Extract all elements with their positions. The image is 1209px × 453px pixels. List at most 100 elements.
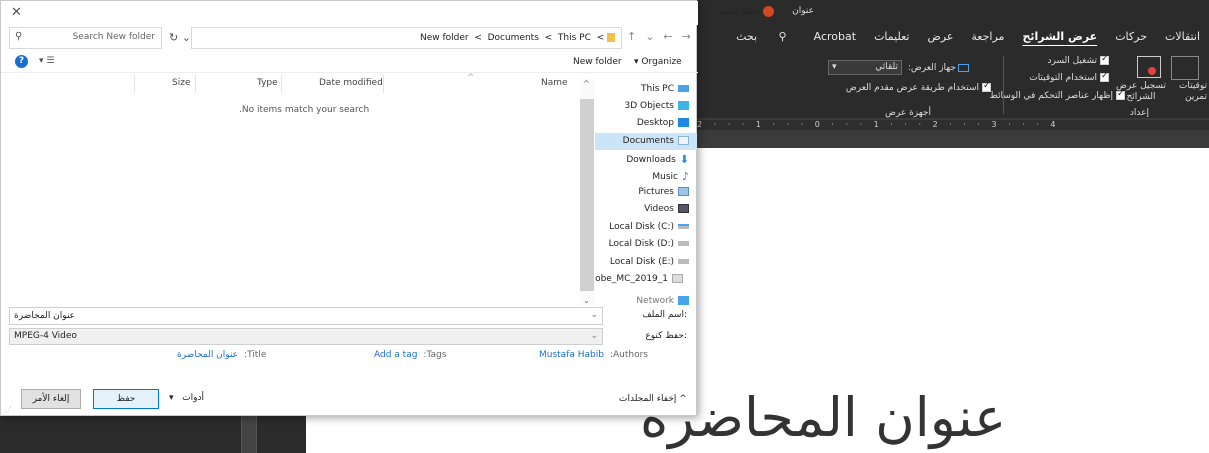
file-list-header: Name ^ Date modified Type Size xyxy=(9,73,576,93)
thumbnail-scrollbar[interactable] xyxy=(241,416,257,453)
column-date-modified[interactable]: Date modified xyxy=(319,78,383,88)
nav-item-documents[interactable]: Documents xyxy=(595,133,697,150)
save-as-dialog: ✕ حفظ باسم ⚲ Search New folder ↻ ⌄ New f… xyxy=(0,0,774,416)
column-divider xyxy=(281,75,282,93)
close-icon[interactable]: ✕ xyxy=(11,5,22,20)
nav-item-this-pc[interactable]: This PC xyxy=(641,84,689,94)
scroll-up-icon[interactable]: ^ xyxy=(583,79,590,88)
tab-search[interactable]: ⚲ بحث xyxy=(718,30,805,43)
nav-item-music[interactable]: Music ♪ xyxy=(652,170,689,183)
monitor-icon xyxy=(958,63,969,72)
play-narration-check[interactable]: تشغيل السرد xyxy=(1047,54,1109,66)
setup-group-label: إعداد xyxy=(1129,108,1149,118)
column-name[interactable]: Name xyxy=(541,78,568,88)
navigation-buttons[interactable]: ↑⌄←→ xyxy=(627,30,700,43)
ribbon-tabs: انتقالات حركات عرض الشرائح مراجعة عرض تع… xyxy=(697,22,1209,50)
help-icon[interactable]: ? xyxy=(15,55,28,68)
tags-field[interactable]: Add a tag:Tags xyxy=(374,350,446,360)
search-icon: ⚲ xyxy=(15,31,23,42)
tab-view[interactable]: عرض xyxy=(918,30,962,43)
drive-icon xyxy=(672,274,683,283)
presenter-view-check[interactable]: استخدام طريقة عرض مقدم العرض xyxy=(846,81,991,93)
resize-grip-icon[interactable]: ⋰ xyxy=(5,406,12,414)
nav-scroll-thumb[interactable] xyxy=(580,99,594,291)
hide-folders-toggle[interactable]: إخفاء المجلدات ^ xyxy=(619,394,687,404)
show-media-controls-check[interactable]: إظهار عناصر التحكم في الوسائط xyxy=(989,89,1125,101)
nav-item-desktop[interactable]: Desktop xyxy=(637,118,689,128)
chevron-down-icon: ▾ xyxy=(169,393,174,403)
download-arrow-icon: ⬇ xyxy=(679,153,689,166)
chevron-up-icon: ^ xyxy=(679,394,687,404)
checkbox-icon xyxy=(1100,54,1109,65)
picture-icon xyxy=(678,187,689,196)
scroll-down-icon[interactable]: ⌄ xyxy=(583,296,590,305)
desktop-icon xyxy=(678,118,689,127)
refresh-icon[interactable]: ↻ ⌄ xyxy=(169,31,191,44)
chevron-down-icon: ▾ xyxy=(832,62,837,72)
column-divider xyxy=(195,75,196,93)
search-icon: ⚲ xyxy=(775,29,787,43)
address-bar: ⚲ Search New folder ↻ ⌄ New folder < Doc… xyxy=(9,27,695,49)
new-folder-button[interactable]: New folder xyxy=(573,57,622,67)
navigation-pane: This PC 3D Objects Desktop Documents Dow… xyxy=(595,79,697,305)
horizontal-ruler: 2 · · · 1 · · · 0 · · · 1 · · · 2 · · · … xyxy=(697,120,1209,130)
nav-item-removable[interactable]: lobe_MC_2019_1 xyxy=(595,274,683,284)
dialog-titlebar: ✕ حفظ باسم xyxy=(1,1,774,25)
nav-item-videos[interactable]: Videos xyxy=(644,204,689,214)
file-name-label: اسم الملف: xyxy=(642,310,687,320)
dialog-title: حفظ باسم xyxy=(720,6,774,17)
save-button[interactable]: حفظ xyxy=(93,389,159,409)
monitors-group-label: أجهزة عرض xyxy=(885,108,931,118)
chevron-down-icon: ⌄ xyxy=(590,331,598,341)
powerpoint-logo-icon xyxy=(763,6,774,17)
tab-animations[interactable]: حركات xyxy=(1106,30,1156,43)
nav-item-pictures[interactable]: Pictures xyxy=(638,187,689,197)
folder-icon xyxy=(607,33,615,42)
command-bar: ? ▾ ☰ New folder ▾ Organize xyxy=(1,51,698,73)
use-timings-check[interactable]: استخدام التوقيتات xyxy=(1029,71,1109,83)
nav-item-downloads[interactable]: Downloads ⬇ xyxy=(626,153,689,166)
view-options-icon[interactable]: ▾ ☰ xyxy=(39,56,54,66)
desktop: عنوان المحاضرة - تم الحفظ انتقالات حركات… xyxy=(0,0,1209,453)
tab-help[interactable]: تعليمات xyxy=(865,30,918,43)
authors-field[interactable]: Mustafa Habib:Authors xyxy=(539,350,648,360)
tools-dropdown[interactable]: ▾ أدوات xyxy=(169,393,204,403)
powerpoint-thumbnail-pane xyxy=(0,416,306,453)
cube-icon xyxy=(678,101,689,110)
cancel-button[interactable]: إلغاء الأمر xyxy=(21,389,81,409)
record-icon[interactable] xyxy=(1137,56,1161,78)
save-type-label: حفظ كنوع: xyxy=(645,331,687,341)
rehearse-icon[interactable] xyxy=(1171,56,1199,80)
checkbox-icon xyxy=(982,81,991,92)
nav-item-local-disk-c[interactable]: Local Disk (C:) xyxy=(609,222,689,232)
checkbox-icon xyxy=(1100,71,1109,82)
tab-review[interactable]: مراجعة xyxy=(962,30,1013,43)
organize-button[interactable]: ▾ Organize xyxy=(634,57,682,67)
search-input[interactable]: ⚲ Search New folder xyxy=(9,27,162,49)
sort-chevron-icon: ^ xyxy=(467,73,475,83)
drive-icon xyxy=(678,224,689,229)
checkbox-icon xyxy=(1116,89,1125,100)
tab-acrobat[interactable]: Acrobat xyxy=(805,30,865,43)
breadcrumb[interactable]: New folder < Documents < This PC < xyxy=(191,27,622,49)
column-size[interactable]: Size xyxy=(172,78,190,88)
file-name-field[interactable]: عنوان المحاضرة ⌄ xyxy=(9,307,603,325)
chevron-down-icon[interactable]: ⌄ xyxy=(590,310,598,320)
drive-icon xyxy=(678,259,689,264)
column-divider xyxy=(383,75,384,93)
empty-list-message: .No items match your search xyxy=(239,105,370,115)
nav-item-local-disk-e[interactable]: Local Disk (E:) xyxy=(610,257,689,267)
save-type-select[interactable]: MPEG-4 Video ⌄ xyxy=(9,328,603,345)
nav-item-network[interactable]: Network xyxy=(636,296,689,305)
nav-item-3d-objects[interactable]: 3D Objects xyxy=(624,101,689,111)
column-type[interactable]: Type xyxy=(257,78,278,88)
nav-item-local-disk-d[interactable]: Local Disk (D:) xyxy=(609,239,689,249)
tab-transitions[interactable]: انتقالات xyxy=(1156,30,1209,43)
document-icon xyxy=(678,136,689,145)
monitor-dropdown[interactable]: تلقائي ▾ xyxy=(828,60,902,75)
drive-icon xyxy=(678,241,689,246)
title-field[interactable]: عنوان المحاضرة:Title xyxy=(177,350,266,360)
timings-button[interactable]: توقيتات تمرين xyxy=(1179,81,1207,103)
tab-slide-show[interactable]: عرض الشرائح xyxy=(1013,30,1106,43)
network-icon xyxy=(678,296,689,305)
